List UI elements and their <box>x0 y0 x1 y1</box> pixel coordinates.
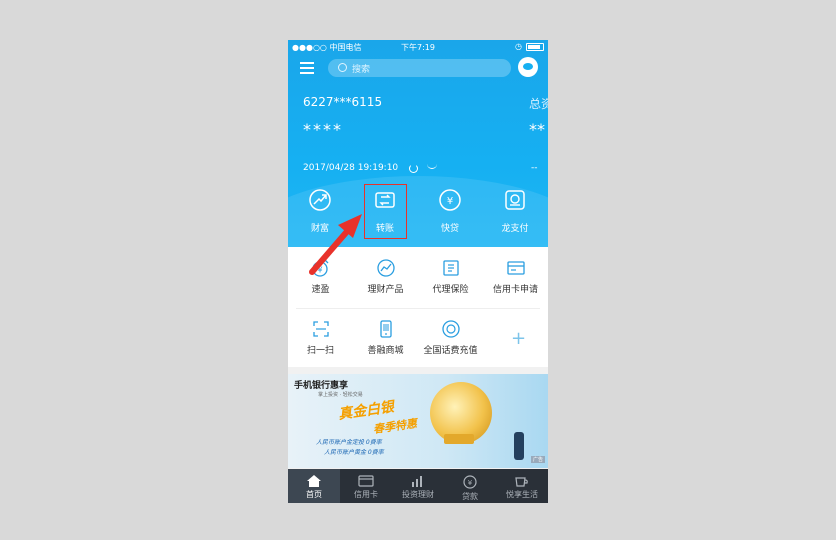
red-arrow-annotation <box>309 214 362 275</box>
